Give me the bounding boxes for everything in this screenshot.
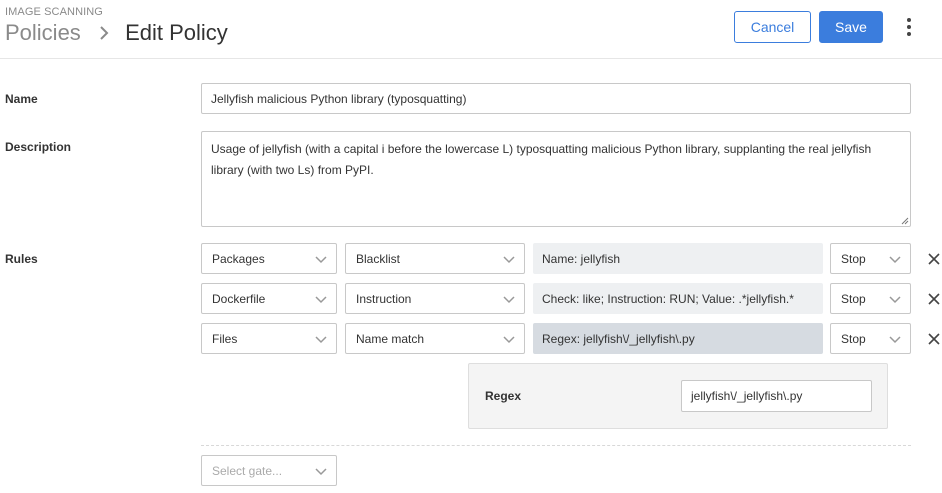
description-text: Usage of jellyfish (with a capital i bef…: [211, 142, 872, 177]
rule-trigger-value: Instruction: [356, 291, 412, 306]
rule-params-readout[interactable]: Check: like; Instruction: RUN; Value: .*…: [533, 283, 823, 314]
chevron-down-icon: [503, 256, 515, 264]
name-label: Name: [5, 92, 38, 106]
breadcrumb: Policies Edit Policy: [5, 19, 228, 48]
breadcrumb-policies-link[interactable]: Policies: [5, 20, 81, 45]
rule-gate-value: Dockerfile: [212, 291, 266, 306]
rule-gate-select[interactable]: Files: [201, 323, 337, 354]
cancel-button[interactable]: Cancel: [734, 11, 811, 43]
save-button[interactable]: Save: [819, 11, 883, 43]
rule-params-readout[interactable]: Name: jellyfish: [533, 243, 823, 274]
remove-rule-close-icon[interactable]: [927, 252, 941, 266]
rule-params-readout-active[interactable]: Regex: jellyfish\/_jellyfish\.py: [533, 323, 823, 354]
rule-trigger-select[interactable]: Instruction: [345, 283, 525, 314]
rule-action-select[interactable]: Stop: [830, 243, 911, 274]
chevron-down-icon: [503, 296, 515, 304]
rule-action-value: Stop: [841, 331, 866, 346]
select-gate-placeholder: Select gate...: [212, 463, 283, 478]
resize-handle-icon[interactable]: [901, 217, 909, 225]
page-title: Edit Policy: [125, 20, 228, 45]
rule-gate-value: Packages: [212, 251, 265, 266]
description-label: Description: [5, 140, 72, 154]
chevron-down-icon: [315, 468, 327, 476]
rule-trigger-value: Name match: [356, 331, 425, 346]
chevron-down-icon: [315, 296, 327, 304]
chevron-down-icon: [315, 336, 327, 344]
chevron-down-icon: [315, 256, 327, 264]
description-textarea[interactable]: Usage of jellyfish (with a capital i bef…: [201, 131, 911, 227]
chevron-down-icon: [889, 256, 901, 264]
section-subtitle: IMAGE SCANNING: [5, 6, 103, 18]
rule-trigger-select[interactable]: Name match: [345, 323, 525, 354]
chevron-right-icon: [99, 20, 109, 48]
rule-action-select[interactable]: Stop: [830, 323, 911, 354]
header-divider: [0, 58, 942, 59]
rule-trigger-select[interactable]: Blacklist: [345, 243, 525, 274]
more-options-icon[interactable]: [899, 14, 919, 40]
rule-gate-select[interactable]: Packages: [201, 243, 337, 274]
select-gate-dropdown[interactable]: Select gate...: [201, 455, 337, 486]
rule-action-value: Stop: [841, 291, 866, 306]
rule-gate-value: Files: [212, 331, 238, 346]
param-editor-panel: Regex jellyfish\/_jellyfish\.py: [468, 363, 888, 429]
chevron-down-icon: [503, 336, 515, 344]
remove-rule-close-icon[interactable]: [927, 332, 941, 346]
rule-gate-select[interactable]: Dockerfile: [201, 283, 337, 314]
regex-input[interactable]: jellyfish\/_jellyfish\.py: [681, 380, 872, 412]
rule-action-value: Stop: [841, 251, 866, 266]
chevron-down-icon: [889, 336, 901, 344]
rule-action-select[interactable]: Stop: [830, 283, 911, 314]
regex-label: Regex: [485, 389, 522, 403]
remove-rule-close-icon[interactable]: [927, 292, 941, 306]
chevron-down-icon: [889, 296, 901, 304]
name-input[interactable]: Jellyfish malicious Python library (typo…: [201, 83, 911, 114]
rules-divider: [201, 445, 911, 446]
rule-trigger-value: Blacklist: [356, 251, 401, 266]
rules-label: Rules: [5, 252, 38, 266]
page-header: IMAGE SCANNING Policies Edit Policy Canc…: [0, 0, 942, 58]
